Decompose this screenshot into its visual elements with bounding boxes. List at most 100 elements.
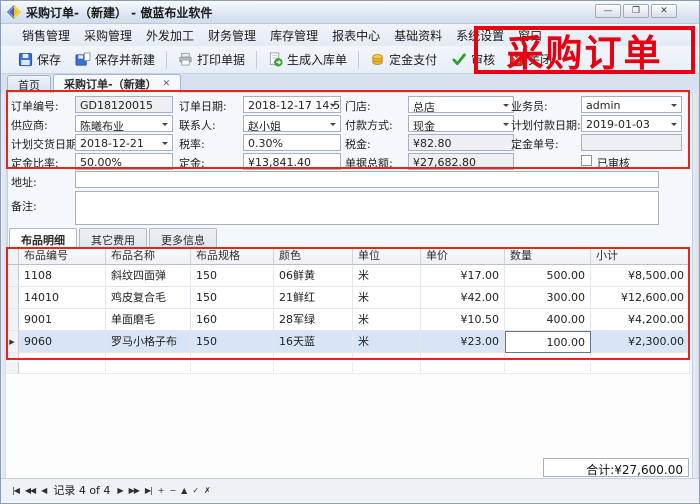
menu-item-5[interactable]: 报表中心 (325, 25, 387, 46)
grid-header-2[interactable]: 布品规格 (191, 247, 274, 265)
grid-cell-r2c2[interactable]: 160 (191, 309, 274, 331)
form-field-r2c0[interactable]: 2018-12-21 (75, 134, 173, 151)
grid-cell-r2c6[interactable]: 400.00 (505, 309, 591, 331)
nav-post-button[interactable]: ✓ (189, 484, 201, 497)
grid-cell-r2c7[interactable]: ¥4,200.00 (591, 309, 690, 331)
nav-prev-button[interactable]: ◀ (38, 484, 49, 497)
form-field-r3c0[interactable]: 50.00% (75, 153, 173, 170)
grid-cell-r3c5[interactable]: ¥23.00 (421, 331, 505, 353)
app-logo-icon (7, 5, 21, 19)
grid-cell-r0c4[interactable]: 米 (353, 265, 421, 287)
grid-newrow-cell (591, 362, 690, 374)
grid-cell-r1c3[interactable]: 21鲜红 (274, 287, 353, 309)
nav-last-button[interactable]: ▶| (142, 484, 155, 497)
form-field-r1c2[interactable]: 现金 (408, 115, 514, 132)
grid-cell-r1c2[interactable]: 150 (191, 287, 274, 309)
toolbar-button-0[interactable]: 保存 (11, 48, 68, 71)
tab-close-icon[interactable]: ✕ (163, 79, 171, 89)
remark-textarea[interactable] (75, 191, 659, 225)
form-field-r0c0[interactable]: GD18120015 (75, 96, 173, 113)
grid-newrow (6, 362, 690, 374)
nav-cancel-button[interactable]: ✗ (201, 484, 213, 497)
page-tab-1[interactable]: 采购订单-（新建）✕ (53, 74, 181, 93)
grid-cell-r1c7[interactable]: ¥12,600.00 (591, 287, 690, 309)
grid-header-4[interactable]: 单位 (353, 247, 421, 265)
grid-cell-r1c0[interactable]: 14010 (19, 287, 106, 309)
close-window-button[interactable]: ✕ (651, 4, 677, 18)
grid-cell-r3c2[interactable]: 150 (191, 331, 274, 353)
maximize-button[interactable]: ❐ (623, 4, 649, 18)
grid-cell-r0c6[interactable]: 500.00 (505, 265, 591, 287)
approved-checkbox[interactable] (581, 155, 592, 166)
nav-delete-button[interactable]: − (166, 484, 178, 497)
grid-header-5[interactable]: 单价 (421, 247, 505, 265)
grid-cell-r3c4[interactable]: 米 (353, 331, 421, 353)
grid-cell-r3c3[interactable]: 16天蓝 (274, 331, 353, 353)
form-field-r1c1[interactable]: 赵小姐 (243, 115, 341, 132)
grid-header-0[interactable]: 布品编号 (19, 247, 106, 265)
minimize-button[interactable]: — (595, 4, 621, 18)
nav-next-page-button[interactable]: ▶▶ (126, 484, 142, 497)
form-field-r2c2[interactable]: ¥82.80 (408, 134, 514, 151)
grid-cell-r1c6[interactable]: 300.00 (505, 287, 591, 309)
nav-next-button[interactable]: ▶ (114, 484, 125, 497)
grid-cell-r3c6[interactable]: 100.00 (505, 331, 591, 353)
menu-item-6[interactable]: 基础资料 (387, 25, 449, 46)
nav-first-button[interactable]: |◀ (9, 484, 22, 497)
toolbar-button-label: 保存 (37, 51, 61, 68)
grid-row-0[interactable]: 1108斜纹四面弹15006鲜黄米¥17.00500.00¥8,500.00 (6, 265, 690, 287)
form-field-r2c3[interactable] (581, 134, 682, 151)
grid-cell-r0c1[interactable]: 斜纹四面弹 (106, 265, 191, 287)
grid-new-row[interactable] (6, 362, 690, 374)
form-field-r0c1[interactable]: 2018-12-17 14:53:03 (243, 96, 341, 113)
grid-header-3[interactable]: 颜色 (274, 247, 353, 265)
form-field-r0c2[interactable]: 总店 (408, 96, 514, 113)
grid-cell-r3c7[interactable]: ¥2,300.00 (591, 331, 690, 353)
grid-cell-r1c5[interactable]: ¥42.00 (421, 287, 505, 309)
grid-cell-r2c1[interactable]: 单面磨毛 (106, 309, 191, 331)
form-field-r1c3[interactable]: 2019-01-03 (581, 115, 682, 132)
toolbar-button-3[interactable]: 生成入库单 (261, 48, 354, 71)
grid-cell-r3c0[interactable]: 9060 (19, 331, 106, 353)
form-field-r0c3[interactable]: admin (581, 96, 682, 113)
grid-header-1[interactable]: 布品名称 (106, 247, 191, 265)
grid-cell-r2c5[interactable]: ¥10.50 (421, 309, 505, 331)
menu-item-1[interactable]: 采购管理 (77, 25, 139, 46)
grid-cell-r0c7[interactable]: ¥8,500.00 (591, 265, 690, 287)
grid-empty-cell (353, 353, 421, 360)
nav-add-button[interactable]: + (155, 484, 167, 497)
menu-item-4[interactable]: 库存管理 (263, 25, 325, 46)
grid-cell-r2c4[interactable]: 米 (353, 309, 421, 331)
page-tab-0[interactable]: 首页 (7, 75, 51, 93)
grid-newrow-cell (274, 362, 353, 374)
toolbar-button-4[interactable]: 定金支付 (363, 48, 444, 71)
save-icon (18, 52, 33, 67)
form-field-r3c2[interactable]: ¥27,682.80 (408, 153, 514, 170)
form-field-r1c0[interactable]: 陈曦布业 (75, 115, 173, 132)
grid-row-3[interactable]: ▶9060罗马小格子布15016天蓝米¥23.00100.00¥2,300.00 (6, 331, 690, 353)
menu-item-2[interactable]: 外发加工 (139, 25, 201, 46)
nav-edit-button[interactable]: ▲ (178, 484, 189, 497)
grid-row-2[interactable]: 9001单面磨毛16028军绿米¥10.50400.00¥4,200.00 (6, 309, 690, 331)
toolbar-button-1[interactable]: 保存并新建 (68, 48, 162, 71)
grid-cell-r3c1[interactable]: 罗马小格子布 (106, 331, 191, 353)
grid-cell-r0c5[interactable]: ¥17.00 (421, 265, 505, 287)
menu-item-0[interactable]: 销售管理 (15, 25, 77, 46)
grid-cell-r0c0[interactable]: 1108 (19, 265, 106, 287)
nav-prev-page-button[interactable]: ◀◀ (22, 484, 38, 497)
grid-cell-r1c1[interactable]: 鸡皮复合毛 (106, 287, 191, 309)
grid-cell-r2c0[interactable]: 9001 (19, 309, 106, 331)
toolbar-button-2[interactable]: 打印单据 (171, 48, 252, 71)
grid-header-6[interactable]: 数量 (505, 247, 591, 265)
form-field-r3c1[interactable]: ¥13,841.40 (243, 153, 341, 170)
address-input[interactable] (75, 171, 659, 188)
grid-cell-r0c2[interactable]: 150 (191, 265, 274, 287)
grid-header-7[interactable]: 小计 (591, 247, 690, 265)
grid-row-1[interactable]: 14010鸡皮复合毛15021鲜红米¥42.00300.00¥12,600.00 (6, 287, 690, 309)
deposit-pay-icon (370, 52, 385, 67)
grid-cell-r2c3[interactable]: 28军绿 (274, 309, 353, 331)
grid-cell-r0c3[interactable]: 06鲜黄 (274, 265, 353, 287)
form-field-r2c1[interactable]: 0.30% (243, 134, 341, 151)
grid-cell-r1c4[interactable]: 米 (353, 287, 421, 309)
menu-item-3[interactable]: 财务管理 (201, 25, 263, 46)
